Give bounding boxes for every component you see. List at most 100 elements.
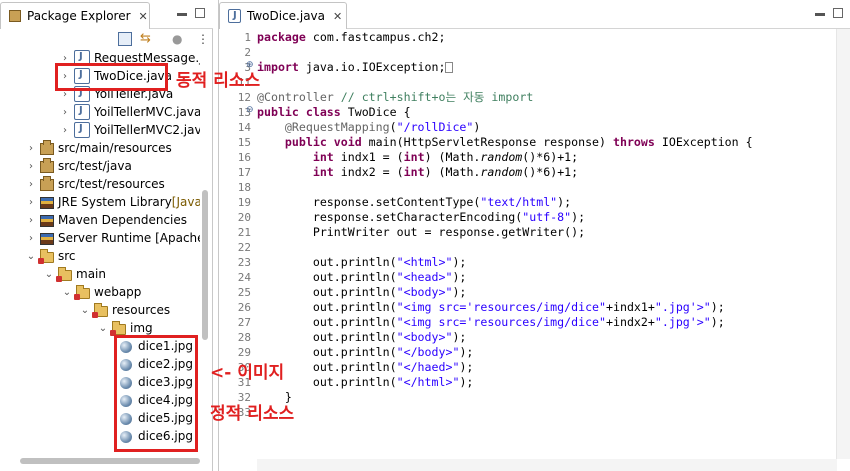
code-line[interactable]: int indx2 = (int) (Math.random()*6)+1; (257, 165, 578, 180)
library-icon (40, 233, 54, 245)
tree-item[interactable]: › JRE System Library [JavaS (26, 193, 200, 211)
dynamic-resource-highlight-box (55, 63, 168, 91)
line-number: 17 (237, 166, 251, 179)
chevron-right-icon[interactable]: › (26, 233, 36, 244)
line-number: 12 (237, 91, 251, 104)
line-number: 16 (237, 151, 251, 164)
chevron-right-icon[interactable]: › (26, 161, 36, 172)
chevron-down-icon[interactable]: ⌄ (80, 305, 90, 316)
tree-item[interactable]: › YoilTellerMVC.java (60, 103, 200, 121)
editor-horizontal-scrollbar[interactable] (257, 459, 837, 471)
editor-tab-twodice[interactable]: TwoDice.java ✕ (219, 2, 347, 29)
chevron-right-icon[interactable]: › (26, 143, 36, 154)
editor-vertical-scrollbar[interactable] (836, 29, 850, 459)
code-line[interactable]: out.println("<img src='resources/img/dic… (257, 300, 725, 315)
code-line[interactable]: public class TwoDice { (257, 105, 411, 120)
chevron-down-icon[interactable]: ⌄ (98, 323, 108, 334)
chevron-right-icon[interactable]: › (60, 53, 70, 64)
explorer-toolbar: ⇆ ● ⋮ (0, 29, 213, 49)
tree-item-label: JRE System Library (58, 195, 172, 209)
code-line[interactable]: out.println("<body>"); (257, 285, 467, 300)
tree-item-label: img (130, 321, 153, 335)
close-icon[interactable]: ✕ (333, 10, 342, 23)
collapse-all-icon[interactable] (118, 32, 132, 46)
view-menu-icon[interactable]: ⋮ (197, 32, 211, 46)
tree-item[interactable]: › src/test/resources (26, 175, 165, 193)
code-line[interactable]: out.println("<head>"); (257, 270, 467, 285)
tree-item[interactable]: › src/main/resources (26, 139, 172, 157)
folder-icon (56, 267, 72, 282)
package-folder-icon (40, 176, 54, 191)
tree-item[interactable]: ⌄ main (44, 265, 106, 283)
line-number: 18 (237, 181, 251, 194)
explorer-vertical-scrollbar[interactable] (202, 190, 208, 340)
tree-item-label: src/main/resources (58, 141, 172, 155)
code-line[interactable]: out.println("<img src='resources/img/dic… (257, 315, 725, 330)
line-number: 20 (237, 211, 251, 224)
code-line[interactable]: response.setContentType("text/html"); (257, 195, 571, 210)
close-icon[interactable]: ✕ (139, 10, 148, 23)
tree-item-label: src/test/java (58, 159, 132, 173)
line-number: 24 (237, 271, 251, 284)
line-number: 15 (237, 136, 251, 149)
code-line[interactable]: int indx1 = (int) (Math.random()*6)+1; (257, 150, 578, 165)
folder-icon (92, 303, 108, 318)
tree-item[interactable]: › Server Runtime [Apache T (26, 229, 200, 247)
code-line[interactable]: response.setCharacterEncoding("utf-8"); (257, 210, 585, 225)
java-file-icon (74, 122, 90, 138)
chevron-down-icon[interactable]: ⌄ (44, 269, 54, 280)
tree-item[interactable]: ⌄ webapp (62, 283, 141, 301)
library-icon (40, 215, 54, 227)
focus-icon[interactable]: ● (172, 32, 186, 46)
minimize-button[interactable] (815, 13, 825, 16)
line-number: 2 (244, 46, 251, 59)
code-line[interactable]: out.println("</body>"); (257, 345, 474, 360)
code-line[interactable]: package com.fastcampus.ch2; (257, 30, 445, 45)
tree-item-label: YoilTellerMVC.java (94, 105, 200, 119)
code-line[interactable]: out.println("</haed>"); (257, 360, 474, 375)
folder-icon (74, 285, 90, 300)
chevron-right-icon[interactable]: › (26, 197, 36, 208)
tree-item[interactable]: › src/test/java (26, 157, 132, 175)
package-explorer-tab[interactable]: Package Explorer ✕ (0, 2, 150, 29)
tree-item-label: src (58, 249, 76, 263)
tree-item-label: Maven Dependencies (58, 213, 188, 227)
line-number: 25 (237, 286, 251, 299)
explorer-horizontal-scrollbar[interactable] (20, 458, 200, 464)
code-line[interactable]: @Controller // ctrl+shift+o는 자동 import (257, 90, 533, 105)
maximize-button[interactable] (195, 8, 205, 18)
package-explorer-icon (9, 10, 21, 22)
tree-item-label: Server Runtime [Apache T (58, 231, 200, 245)
tree-item-label: resources (112, 303, 171, 317)
line-number: 21 (237, 226, 251, 239)
minimize-button[interactable] (177, 13, 187, 16)
chevron-right-icon[interactable]: › (26, 179, 36, 190)
tree-item[interactable]: ⌄ src (26, 247, 76, 265)
code-area[interactable]: package com.fastcampus.ch2; import java.i… (257, 29, 827, 459)
tree-item-suffix: [JavaS (171, 195, 200, 209)
chevron-right-icon[interactable]: › (60, 107, 70, 118)
line-number: 22 (237, 241, 251, 254)
tree-item[interactable]: › YoilTellerMVC2.java (60, 121, 200, 139)
chevron-right-icon[interactable]: › (26, 215, 36, 226)
package-folder-icon (40, 140, 54, 155)
line-number: 1 (244, 31, 251, 44)
code-line[interactable]: out.println("<html>"); (257, 255, 467, 270)
chevron-down-icon[interactable]: ⌄ (26, 251, 36, 262)
maximize-button[interactable] (833, 8, 843, 18)
code-line[interactable]: out.println("<body>"); (257, 330, 467, 345)
dynamic-resource-label: 동적 리소스 (176, 71, 261, 91)
code-line[interactable]: PrintWriter out = response.getWriter(); (257, 225, 585, 240)
line-number: 28 (237, 331, 251, 344)
chevron-right-icon[interactable]: › (60, 125, 70, 136)
collapse-fold-icon[interactable]: ⊖ (246, 105, 254, 115)
link-with-editor-icon[interactable]: ⇆ (140, 32, 154, 46)
code-line[interactable]: @RequestMapping("/rollDice") (257, 120, 480, 135)
chevron-down-icon[interactable]: ⌄ (62, 287, 72, 298)
code-line[interactable]: public void main(HttpServletResponse res… (257, 135, 753, 150)
editor-tab-title: TwoDice.java (247, 9, 326, 23)
code-line[interactable]: import java.io.IOException; (257, 60, 454, 75)
tree-item[interactable]: ⌄ resources (80, 301, 170, 319)
code-line[interactable]: out.println("</html>"); (257, 375, 474, 390)
tree-item[interactable]: › Maven Dependencies (26, 211, 187, 229)
